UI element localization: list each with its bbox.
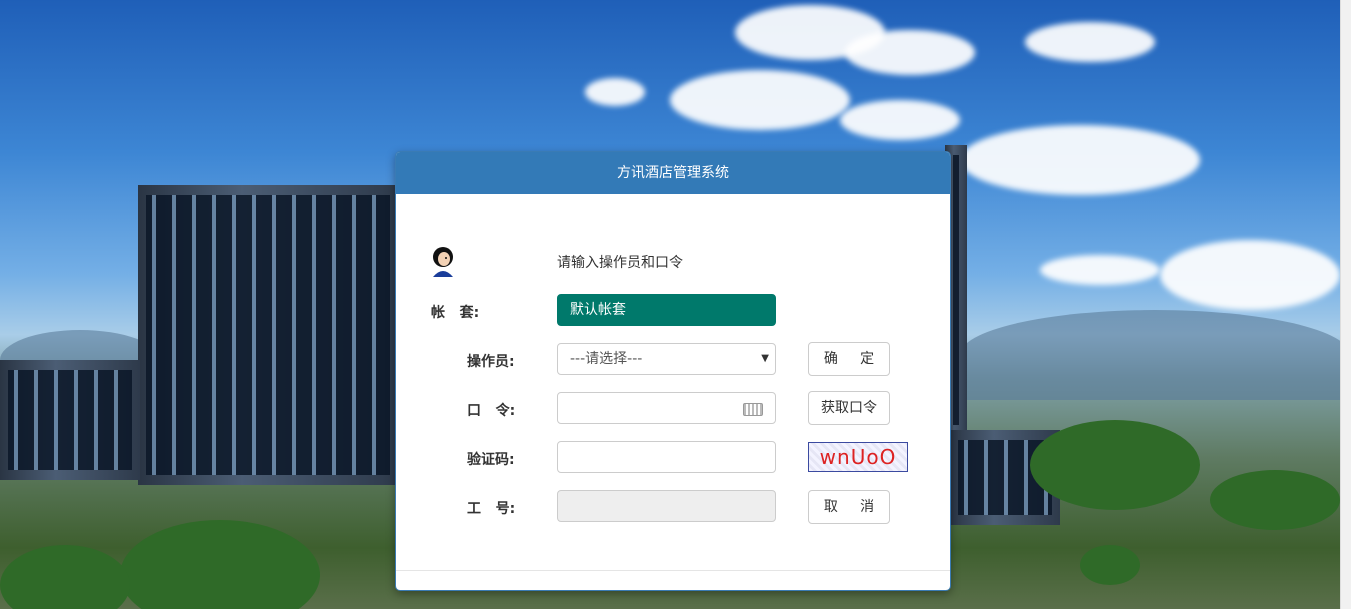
- login-prompt: 请输入操作员和口令: [557, 255, 683, 271]
- dialog-title: 方讯酒店管理系统: [396, 152, 950, 194]
- password-label: 口 令:: [467, 403, 516, 419]
- operator-selected-value: ---请选择---: [570, 351, 643, 367]
- captcha-label: 验证码:: [467, 452, 515, 468]
- workno-label: 工 号:: [467, 501, 516, 517]
- operator-label: 操作员:: [467, 354, 515, 370]
- get-password-button[interactable]: 获取口令: [808, 391, 890, 425]
- cancel-button[interactable]: 取 消: [808, 490, 890, 524]
- captcha-image[interactable]: wnUoO: [808, 442, 908, 472]
- dialog-footer: [396, 570, 950, 590]
- account-field[interactable]: 默认帐套: [557, 294, 776, 326]
- captcha-input[interactable]: [557, 441, 776, 473]
- account-label: 帐 套:: [431, 305, 480, 321]
- confirm-button[interactable]: 确 定: [808, 342, 890, 376]
- operator-select[interactable]: ---请选择--- ▼: [557, 343, 776, 375]
- login-dialog: 方讯酒店管理系统 请输入操作员和口令 帐 套: 默认帐套 操作员: ---请选择…: [395, 151, 951, 591]
- workno-field: [557, 490, 776, 522]
- keyboard-icon[interactable]: [743, 403, 763, 416]
- page-scrollbar[interactable]: [1340, 0, 1351, 609]
- dropdown-caret-icon: ▼: [761, 353, 769, 364]
- password-field[interactable]: [557, 392, 776, 424]
- user-avatar-icon: [433, 247, 453, 277]
